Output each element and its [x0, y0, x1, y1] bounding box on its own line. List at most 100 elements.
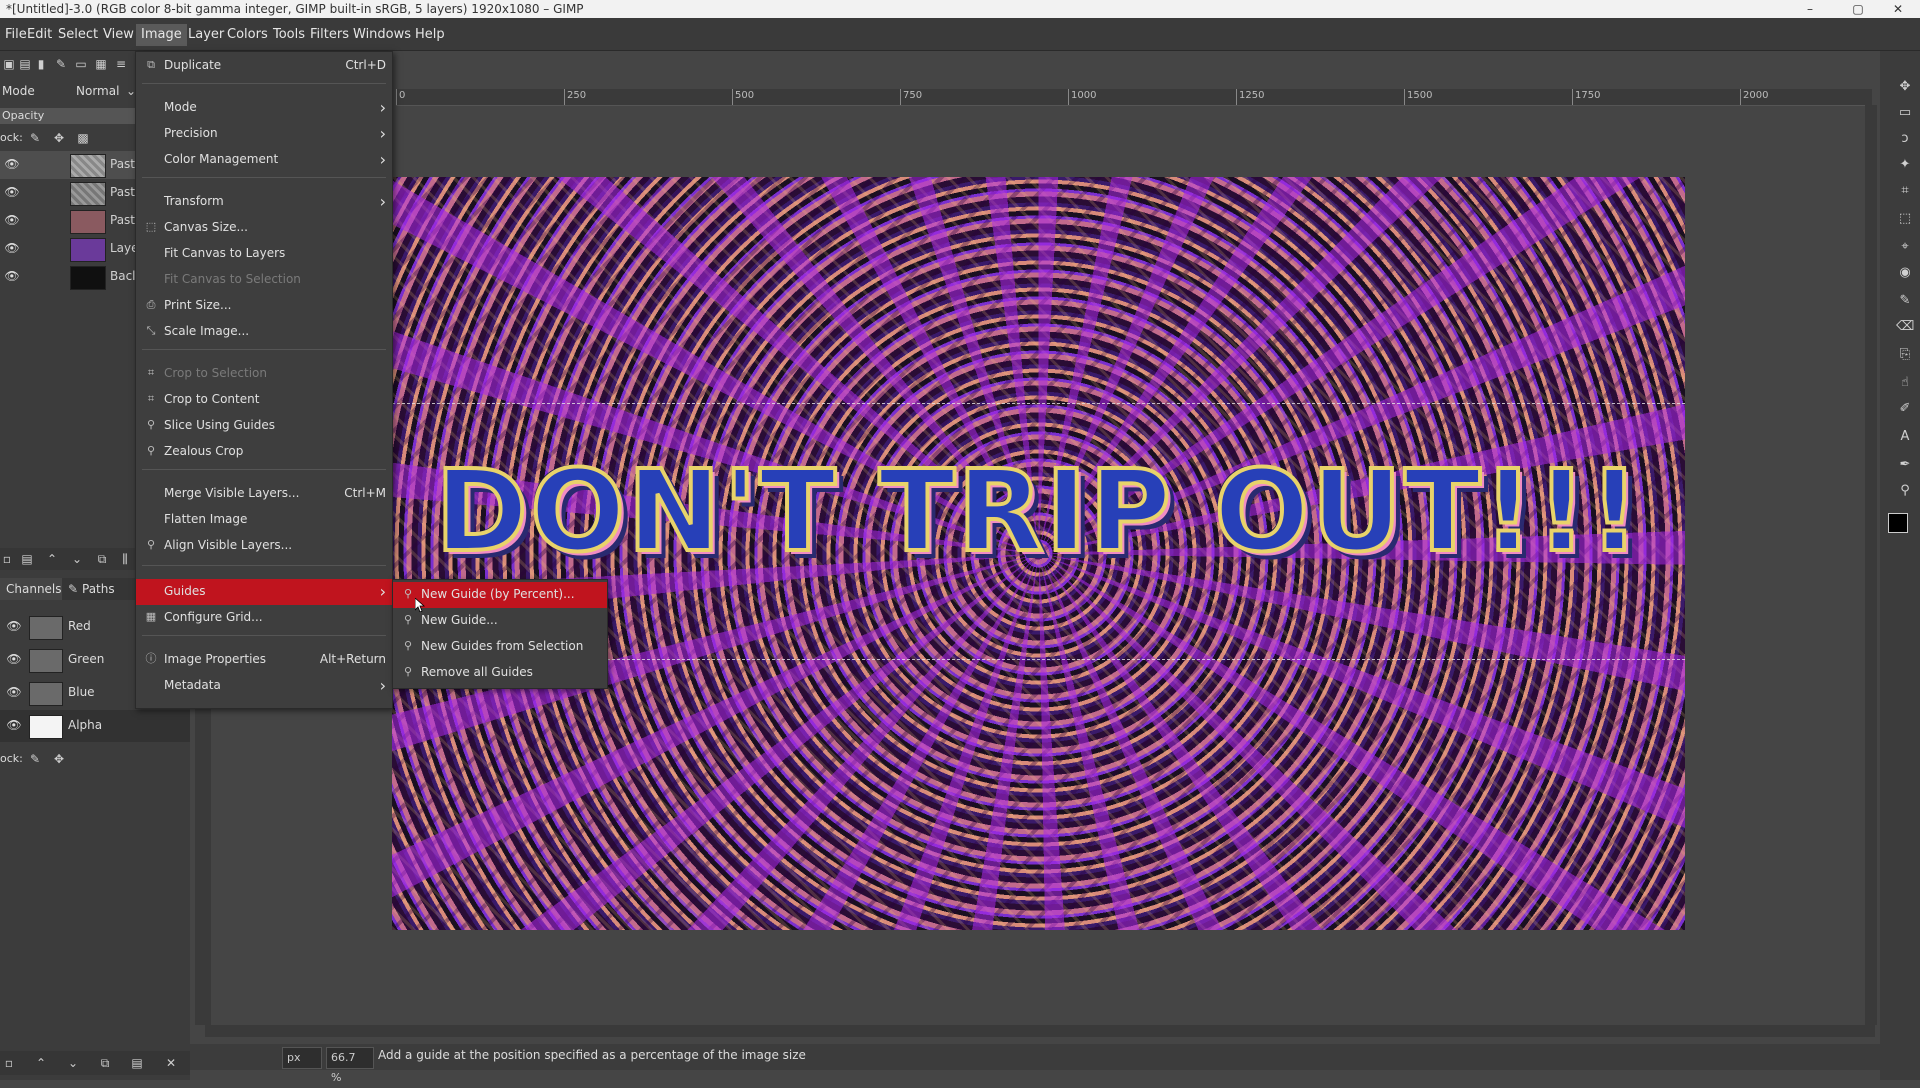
layer-name[interactable]: Bacl [110, 269, 136, 283]
mode-select[interactable]: Normal [76, 84, 119, 98]
menu-windows[interactable]: Windows [348, 24, 416, 46]
eraser-icon[interactable]: ⌫ [1896, 318, 1914, 336]
menu-item-zealous-crop[interactable]: ⚲ Zealous Crop [136, 439, 392, 465]
lasso-icon[interactable]: ↄ [1896, 130, 1914, 148]
color-icon[interactable]: ▮ [34, 57, 48, 71]
vertical-scrollbar[interactable] [1865, 105, 1877, 1025]
lock-alpha-icon[interactable]: ▩ [76, 131, 90, 145]
menu-item-new-guide[interactable]: ⚲ New Guide... [393, 608, 607, 634]
crop-tool-icon[interactable]: ⌗ [1896, 182, 1914, 200]
menu-item-merge-visible-layers[interactable]: Merge Visible Layers... Ctrl+M [136, 481, 392, 507]
eye-icon[interactable]: 👁 [6, 619, 22, 633]
menu-image[interactable]: Image [136, 24, 187, 46]
menu-item-precision[interactable]: Precision › [136, 121, 392, 147]
menu-item-crop-to-content[interactable]: ⌗ Crop to Content [136, 387, 392, 413]
to-selection-icon[interactable]: ▤ [130, 1056, 144, 1070]
lock-pixels-icon[interactable]: ✎ [28, 752, 42, 766]
layer-row[interactable]: 👁 Past [0, 207, 135, 235]
bucket-fill-icon[interactable]: ◉ [1896, 264, 1914, 282]
menu-item-scale-image[interactable]: ⤡ Scale Image... [136, 319, 392, 345]
zoom-tool-icon[interactable]: ⚲ [1896, 482, 1914, 500]
eye-icon[interactable]: 👁 [4, 157, 20, 171]
channel-row[interactable]: 👁 Alpha [0, 710, 190, 742]
pencil-icon[interactable]: ✎ [54, 57, 68, 71]
pattern-icon[interactable]: ▦ [94, 57, 108, 71]
foreground-color-swatch[interactable] [1888, 513, 1908, 533]
unit-select[interactable]: px [282, 1047, 322, 1069]
maximize-button[interactable]: ▢ [1836, 0, 1880, 18]
duplicate-icon[interactable]: ⧉ [98, 1056, 112, 1070]
layer-row[interactable]: 👁 Laye [0, 235, 139, 263]
warp-tool-icon[interactable]: ⌖ [1896, 238, 1914, 256]
layer-name[interactable]: Past [110, 213, 135, 227]
horizontal-scrollbar[interactable] [205, 1025, 1875, 1037]
menu-item-duplicate[interactable]: ⧉ Duplicate Ctrl+D [136, 53, 392, 79]
layer-row[interactable]: 👁 Past [0, 179, 135, 207]
eye-icon[interactable]: 👁 [4, 241, 20, 255]
rect-select-icon[interactable]: ▭ [1896, 104, 1914, 122]
eye-icon[interactable]: 👁 [4, 185, 20, 199]
menu-item-new-guides-from-selection[interactable]: ⚲ New Guides from Selection [393, 634, 607, 660]
window-icon[interactable]: ▭ [74, 57, 88, 71]
menu-item-new-guide-by-percent[interactable]: ⚲ New Guide (by Percent)... [393, 582, 607, 608]
delete-icon[interactable]: ✕ [164, 1056, 178, 1070]
layer-row[interactable]: 👁 Bacl [0, 263, 136, 291]
menu-item-print-size[interactable]: ⎙ Print Size... [136, 293, 392, 319]
list-icon[interactable]: ≡ [114, 57, 128, 71]
lock-position-icon[interactable]: ✥ [52, 131, 66, 145]
horizontal-ruler[interactable]: 0 250 500 750 1000 1250 1500 1750 2000 [396, 89, 1872, 106]
menu-item-configure-grid[interactable]: ▦ Configure Grid... [136, 605, 392, 631]
menu-tools[interactable]: Tools [268, 24, 310, 46]
new-group-icon[interactable]: ▤ [20, 552, 34, 566]
raise-icon[interactable]: ⌃ [34, 1056, 48, 1070]
menu-item-metadata[interactable]: Metadata › [136, 673, 392, 699]
eye-icon[interactable]: 👁 [6, 685, 22, 699]
clone-icon[interactable]: ⎘ [1896, 346, 1914, 364]
smudge-icon[interactable]: ☝ [1896, 374, 1914, 392]
menu-item-mode[interactable]: Mode › [136, 95, 392, 121]
menu-item-slice-using-guides[interactable]: ⚲ Slice Using Guides [136, 413, 392, 439]
minimize-button[interactable]: – [1788, 0, 1832, 18]
new-channel-icon[interactable]: ▫ [2, 1056, 16, 1070]
text-tool-icon[interactable]: A [1896, 428, 1914, 446]
menu-view[interactable]: View [98, 24, 139, 46]
guide-line[interactable] [392, 403, 1685, 404]
menu-filters[interactable]: Filters [305, 24, 354, 46]
lower-icon[interactable]: ⌄ [66, 1056, 80, 1070]
lock-pixels-icon[interactable]: ✎ [28, 131, 42, 145]
menu-colors[interactable]: Colors [222, 24, 273, 46]
zoom-select[interactable]: 66.7 % [326, 1047, 374, 1084]
menu-help[interactable]: Help [410, 24, 450, 46]
menu-item-align-visible-layers[interactable]: ⚲ Align Visible Layers... [136, 533, 392, 559]
layer-name[interactable]: Past [110, 157, 135, 171]
paths-tool-icon[interactable]: ✐ [1896, 400, 1914, 418]
close-button[interactable]: ✕ [1876, 0, 1920, 18]
move-tool-icon[interactable]: ✥ [1896, 78, 1914, 96]
duplicate-icon[interactable]: ⧉ [95, 552, 109, 566]
menu-select[interactable]: Select [53, 24, 103, 46]
menu-item-transform[interactable]: Transform › [136, 189, 392, 215]
eye-icon[interactable]: 👁 [6, 652, 22, 666]
image-canvas[interactable]: DON'T TRIP OUT!!! [392, 177, 1685, 930]
menu-edit[interactable]: Edit [22, 24, 57, 46]
opacity-slider[interactable]: Opacity [0, 108, 135, 124]
lock-position-icon[interactable]: ✥ [52, 752, 66, 766]
menu-item-fit-canvas-to-layers[interactable]: Fit Canvas to Layers [136, 241, 392, 267]
anchor-icon[interactable]: ⫼ [118, 552, 132, 566]
menu-item-guides[interactable]: Guides › [136, 579, 392, 605]
raise-icon[interactable]: ⌃ [45, 552, 59, 566]
layer-name[interactable]: Past [110, 185, 135, 199]
brush-icon[interactable]: ▤ [18, 57, 32, 71]
menu-item-canvas-size[interactable]: ⬚ Canvas Size... [136, 215, 392, 241]
paintbrush-icon[interactable]: ✎ [1896, 292, 1914, 310]
new-layer-icon[interactable]: ▫ [0, 552, 14, 566]
eye-icon[interactable]: 👁 [4, 269, 20, 283]
tool-preset-icon[interactable]: ▣ [2, 57, 16, 71]
fuzzy-select-icon[interactable]: ✦ [1896, 156, 1914, 174]
tab-channels[interactable]: Channels [0, 578, 62, 600]
tab-paths[interactable]: ✎ Paths [64, 578, 122, 600]
menu-item-flatten-image[interactable]: Flatten Image [136, 507, 392, 533]
transform-tool-icon[interactable]: ⬚ [1896, 210, 1914, 228]
eye-icon[interactable]: 👁 [4, 213, 20, 227]
menu-item-remove-all-guides[interactable]: ⚲ Remove all Guides [393, 660, 607, 686]
